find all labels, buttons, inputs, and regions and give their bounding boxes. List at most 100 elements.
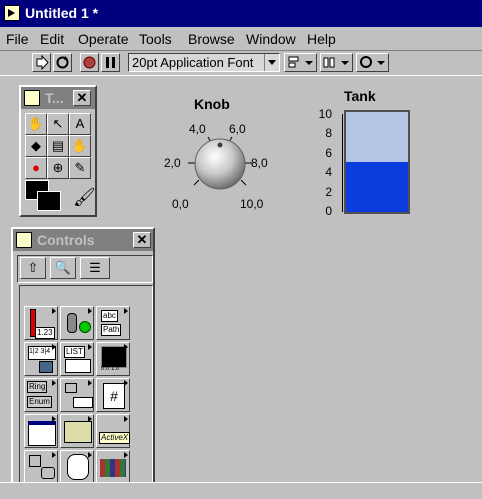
refnum-category[interactable]: # bbox=[96, 378, 130, 412]
scroll-window-tool[interactable]: ✋ bbox=[69, 135, 91, 157]
numeric-controls-category[interactable]: 1.23 bbox=[24, 306, 58, 340]
knob-pointer bbox=[217, 142, 223, 148]
reorder-button[interactable] bbox=[356, 53, 389, 72]
graph-icon bbox=[101, 346, 127, 368]
pause-button[interactable] bbox=[101, 53, 120, 72]
distribute-objects-button[interactable] bbox=[320, 53, 353, 72]
object-shortcut-menu-tool[interactable]: ▤ bbox=[47, 135, 69, 157]
controls-palette: Controls ✕ ⇧ 🔍 ☰ 1.23 abc Path 1|2 3|4 L… bbox=[11, 227, 155, 497]
tank-tick-4: 4 bbox=[325, 165, 332, 179]
table-icon bbox=[65, 359, 91, 373]
numeric-sublabel: 1.23 bbox=[35, 327, 55, 339]
controls-palette-title: Controls bbox=[37, 232, 95, 248]
run-arrow-icon bbox=[36, 54, 49, 71]
list-sublabel: LIST bbox=[64, 346, 85, 358]
decoration-rounded-icon bbox=[41, 467, 55, 479]
enum-sublabel: Enum bbox=[27, 396, 52, 408]
select-control-icon bbox=[67, 454, 89, 480]
align-objects-icon bbox=[288, 56, 313, 68]
toolbar: 20pt Application Font bbox=[0, 50, 482, 76]
connect-wire-tool[interactable]: ◆ bbox=[25, 135, 47, 157]
user-controls-category[interactable] bbox=[96, 450, 130, 484]
tank-tick-2: 2 bbox=[325, 185, 332, 199]
reorder-icon bbox=[360, 56, 385, 68]
operate-value-tool[interactable]: ✋ bbox=[25, 113, 47, 135]
tools-palette-titlebar[interactable]: T... ✕ bbox=[21, 87, 95, 109]
dialog-controls-category[interactable] bbox=[24, 414, 58, 448]
menu-bar: File Edit Operate Tools Browse Window He… bbox=[0, 29, 482, 49]
tank-indicator: Tank 10 8 6 4 2 0 bbox=[312, 84, 422, 224]
knob-control: Knob 0,0 2,0 4,0 6,0 8,0 10,0 bbox=[160, 88, 280, 218]
folder-icon bbox=[64, 421, 92, 443]
classic-controls-category[interactable] bbox=[60, 414, 94, 448]
dialog-icon bbox=[28, 421, 56, 446]
menu-file[interactable]: File bbox=[6, 31, 29, 47]
set-color-tool[interactable] bbox=[25, 180, 65, 214]
list-table-category[interactable]: LIST bbox=[60, 342, 94, 376]
abort-button[interactable] bbox=[80, 53, 99, 72]
position-tool[interactable]: ↖ bbox=[47, 113, 69, 135]
labview-app-icon[interactable] bbox=[4, 5, 20, 21]
run-continuously-icon bbox=[56, 56, 69, 69]
chevron-down-icon bbox=[264, 54, 279, 71]
tank-tick-8: 8 bbox=[325, 126, 332, 140]
brush-icon[interactable]: 🖌 bbox=[73, 187, 96, 208]
array-cluster-category[interactable]: 1|2 3|4 bbox=[24, 342, 58, 376]
abort-stop-icon bbox=[83, 56, 96, 69]
select-control-category[interactable] bbox=[60, 450, 94, 484]
font-selector[interactable]: 20pt Application Font bbox=[128, 53, 280, 72]
toggle-switch-icon bbox=[67, 313, 77, 333]
up-arrow-icon[interactable]: ⇧ bbox=[20, 257, 46, 279]
tank-scale-axis bbox=[334, 114, 343, 212]
search-icon[interactable]: 🔍 bbox=[50, 257, 76, 279]
tank-tick-0: 0 bbox=[325, 204, 332, 218]
array-icon: 1|2 3|4 bbox=[28, 346, 56, 360]
get-color-tool[interactable]: ✎ bbox=[69, 157, 91, 179]
tank-label: Tank bbox=[344, 88, 376, 104]
activex-category[interactable]: ActiveX bbox=[96, 414, 131, 448]
tools-palette: T... ✕ ✋ ↖ A ◆ ▤ ✋ ● ⊕ ✎ 🖌 bbox=[19, 85, 97, 217]
probe-tool[interactable]: ⊕ bbox=[47, 157, 69, 179]
title-bar: Untitled 1 * bbox=[0, 0, 482, 27]
decoration-square-icon bbox=[29, 455, 41, 467]
breakpoint-tool[interactable]: ● bbox=[25, 157, 47, 179]
window-title: Untitled 1 * bbox=[25, 5, 99, 21]
graph-category[interactable]: 0.0 1.0 bbox=[96, 342, 130, 376]
knob-label: Knob bbox=[194, 96, 230, 112]
ring-enum-category[interactable]: Ring Enum bbox=[24, 378, 58, 412]
menu-browse[interactable]: Browse bbox=[188, 31, 235, 47]
horizontal-scrollbar[interactable] bbox=[0, 482, 482, 499]
graph-sublabel: 0.0 1.0 bbox=[101, 366, 120, 372]
background-color-swatch bbox=[37, 191, 61, 211]
decorations-category[interactable] bbox=[24, 450, 58, 484]
controls-palette-titlebar[interactable]: Controls ✕ bbox=[13, 229, 153, 251]
activex-sublabel: ActiveX bbox=[99, 432, 131, 444]
menu-edit[interactable]: Edit bbox=[40, 31, 64, 47]
close-icon[interactable]: ✕ bbox=[133, 232, 151, 248]
controls-grid: 1.23 abc Path 1|2 3|4 LIST 0.0 1.0 Ring … bbox=[19, 285, 153, 493]
menu-help[interactable]: Help bbox=[307, 31, 336, 47]
tank-body[interactable] bbox=[344, 110, 410, 214]
menu-operate[interactable]: Operate bbox=[78, 31, 129, 47]
close-icon[interactable]: ✕ bbox=[73, 90, 91, 106]
tank-tick-6: 6 bbox=[325, 146, 332, 160]
font-selector-value: 20pt Application Font bbox=[132, 55, 254, 70]
align-objects-button[interactable] bbox=[284, 53, 317, 72]
ring-sublabel: Ring bbox=[27, 381, 48, 393]
boolean-controls-category[interactable] bbox=[60, 306, 94, 340]
knob-dial[interactable] bbox=[180, 123, 260, 203]
palette-nav-bar: ⇧ 🔍 ☰ bbox=[17, 255, 153, 283]
edit-text-tool[interactable]: A bbox=[69, 113, 91, 135]
string-path-category[interactable]: abc Path bbox=[96, 306, 130, 340]
options-icon[interactable]: ☰ bbox=[80, 257, 110, 279]
menu-tools[interactable]: Tools bbox=[139, 31, 172, 47]
cluster-icon bbox=[39, 361, 53, 373]
menu-window[interactable]: Window bbox=[246, 31, 296, 47]
refnum-icon: # bbox=[103, 383, 125, 409]
waveform-icon bbox=[73, 397, 93, 408]
run-continuously-button[interactable] bbox=[53, 53, 72, 72]
run-arrow-button[interactable] bbox=[32, 53, 51, 72]
io-category[interactable] bbox=[60, 378, 94, 412]
path-sublabel: Path bbox=[101, 324, 122, 336]
io-icon bbox=[65, 383, 77, 393]
